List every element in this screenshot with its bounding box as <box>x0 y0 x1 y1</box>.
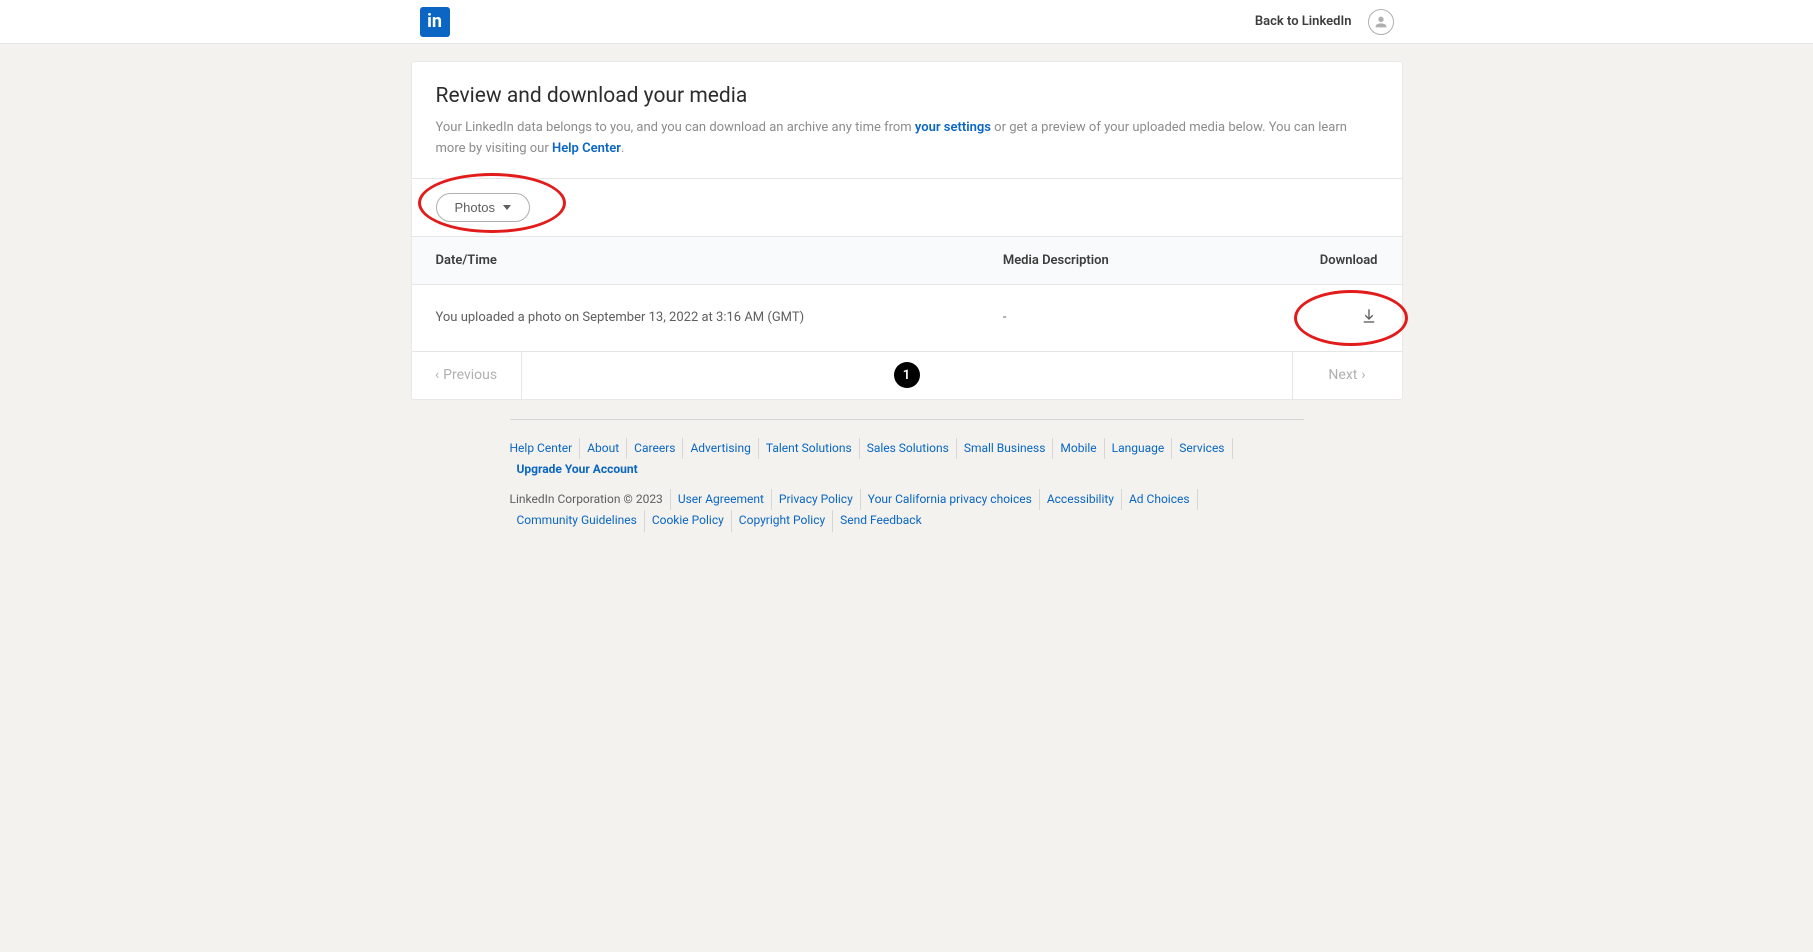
footer-link[interactable]: Cookie Policy <box>645 510 732 532</box>
footer-link[interactable]: Help Center <box>510 438 581 460</box>
footer-link[interactable]: About <box>580 438 627 460</box>
next-label: Next <box>1328 367 1357 383</box>
footer-copyright: LinkedIn Corporation © 2023 <box>510 489 671 511</box>
footer-link[interactable]: Advertising <box>683 438 758 460</box>
footer-link[interactable]: Your California privacy choices <box>861 489 1040 511</box>
footer-link[interactable]: Sales Solutions <box>860 438 957 460</box>
top-bar: in Back to LinkedIn <box>0 0 1813 44</box>
cell-date: You uploaded a photo on September 13, 20… <box>436 310 1003 325</box>
footer-link[interactable]: User Agreement <box>671 489 772 511</box>
page-description: Your LinkedIn data belongs to you, and y… <box>436 118 1378 160</box>
footer-link[interactable]: Ad Choices <box>1122 489 1198 511</box>
footer-link[interactable]: Copyright Policy <box>732 510 833 532</box>
chevron-right-icon: › <box>1361 367 1365 383</box>
your-settings-link[interactable]: your settings <box>915 120 991 135</box>
desc-text: Your LinkedIn data belongs to you, and y… <box>436 120 915 135</box>
prev-page-button: ‹ Previous <box>412 352 522 399</box>
back-to-linkedin-link[interactable]: Back to LinkedIn <box>1255 14 1352 29</box>
footer-link[interactable]: Privacy Policy <box>772 489 861 511</box>
table-row: You uploaded a photo on September 13, 20… <box>412 285 1402 351</box>
footer-link[interactable]: Send Feedback <box>833 510 929 532</box>
person-icon <box>1373 14 1389 30</box>
cell-description: - <box>1003 310 1288 325</box>
footer-link[interactable]: Community Guidelines <box>510 510 645 532</box>
footer-link[interactable]: Careers <box>627 438 683 460</box>
footer: Help CenterAboutCareersAdvertisingTalent… <box>500 419 1314 580</box>
content-card: Review and download your media Your Link… <box>412 62 1402 399</box>
footer-link[interactable]: Services <box>1172 438 1232 460</box>
footer-link[interactable]: Language <box>1105 438 1173 460</box>
page-number-current[interactable]: 1 <box>894 362 920 388</box>
download-button[interactable] <box>1360 307 1378 325</box>
prev-label: Previous <box>443 367 497 383</box>
footer-link[interactable]: Talent Solutions <box>759 438 860 460</box>
table-header: Date/Time Media Description Download <box>412 236 1402 285</box>
col-header-description: Media Description <box>1003 253 1288 268</box>
col-header-download: Download <box>1288 253 1378 268</box>
footer-links-secondary: LinkedIn Corporation © 2023User Agreemen… <box>510 489 1304 532</box>
download-icon <box>1360 307 1378 325</box>
footer-link[interactable]: Upgrade Your Account <box>510 459 645 481</box>
dropdown-label: Photos <box>455 200 495 215</box>
filter-row: Photos <box>412 179 1402 236</box>
desc-text: . <box>621 141 624 156</box>
footer-link[interactable]: Mobile <box>1053 438 1104 460</box>
footer-links-primary: Help CenterAboutCareersAdvertisingTalent… <box>510 438 1304 481</box>
col-header-date: Date/Time <box>436 253 1003 268</box>
pagination: ‹ Previous 1 Next › <box>412 351 1402 399</box>
footer-link[interactable]: Accessibility <box>1040 489 1122 511</box>
caret-down-icon <box>503 205 511 210</box>
account-menu-button[interactable] <box>1368 9 1394 35</box>
next-page-button: Next › <box>1292 352 1402 399</box>
chevron-left-icon: ‹ <box>435 367 439 383</box>
footer-link[interactable]: Small Business <box>957 438 1054 460</box>
media-type-dropdown[interactable]: Photos <box>436 193 530 222</box>
annotation-highlight <box>1294 290 1408 346</box>
page-title: Review and download your media <box>436 84 1378 108</box>
help-center-link[interactable]: Help Center <box>552 141 621 156</box>
linkedin-logo[interactable]: in <box>420 7 450 37</box>
